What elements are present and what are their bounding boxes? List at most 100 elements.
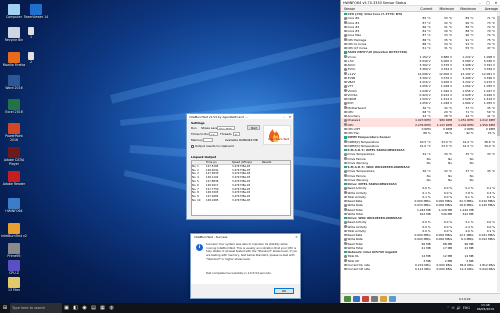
sensor-icon (344, 170, 347, 173)
dialog-title: IntelBurnTest - Success (194, 235, 228, 239)
desktop-icon[interactable]: TeamViewer 14 (24, 4, 48, 20)
toolbar-icon[interactable] (344, 295, 351, 302)
app-icon (8, 171, 20, 182)
tray-icon[interactable]: 🔊 (456, 306, 460, 310)
desktop-icon[interactable]: HWiNFO64 (2, 198, 26, 214)
col-minimum[interactable]: Minimum (434, 7, 456, 11)
maximum-value: 612 MB (462, 211, 474, 216)
app-icon (8, 243, 20, 254)
start-button[interactable]: ⊞ (0, 303, 10, 313)
dialog-title-bar[interactable]: IntelBurnTest - Success ✕ (191, 234, 300, 240)
average-value: 33 °C (486, 152, 496, 157)
current-value: 612 MB (419, 211, 431, 216)
time-value: 128.1985 (206, 198, 219, 202)
app-icon (8, 52, 20, 63)
hwinfo-sensor-window: HWiNFO64 v5.70-3330 Sensor Status – □ ✕ … (340, 0, 500, 303)
threads-label: Threads (220, 132, 232, 136)
clock[interactable]: 13:48 06/05/2019 (477, 303, 494, 313)
close-icon[interactable]: ✕ (293, 235, 300, 239)
sensor-icon (344, 178, 347, 181)
average-value: 47 °C (486, 46, 496, 50)
sensor-icon (344, 59, 347, 62)
sensor-icon (344, 34, 347, 37)
desktop-icon[interactable]: PowerPoint 2016 (2, 123, 26, 143)
maximize-icon[interactable]: □ (484, 1, 492, 5)
taskbar-app-icon[interactable]: ▦ (98, 303, 107, 313)
desktop-icon[interactable]: 13 Files (2, 277, 26, 293)
app-icon (8, 75, 20, 86)
desktop-file-icon[interactable]: 2 (26, 52, 36, 65)
desktop-icon[interactable]: Excel 2016 (2, 99, 26, 115)
desktop-icon[interactable]: Mozilla Firefox (2, 52, 26, 68)
search-box[interactable]: Type here to search (10, 303, 62, 313)
current-value: No (426, 160, 431, 165)
maximum-value: 92 % (466, 131, 474, 135)
sensor-icon (344, 199, 347, 203)
sensor-row[interactable]: Current UP rate 0.112 KB/s 0.000 KB/s 12.4 … (341, 267, 497, 271)
toolbar-icon[interactable] (353, 295, 360, 302)
col-sensor[interactable]: Sensor (341, 7, 413, 11)
settings-heading: Settings (191, 121, 205, 125)
tray-icon[interactable]: ENG (463, 306, 470, 310)
desktop-icon[interactable]: Prime95 (2, 243, 26, 259)
current-value: 88 % (423, 131, 431, 135)
column-header: Results (262, 161, 272, 164)
chip-icon (344, 182, 347, 186)
maximum-value: 21 MB (464, 245, 474, 250)
memory-label: Memory: (191, 138, 204, 142)
tray-icon[interactable]: ⌃ (447, 306, 450, 310)
desktop-icon[interactable]: IntelBurnTest v2 (1, 223, 27, 239)
clipboard-option[interactable]: Output results to clipboard (191, 144, 234, 148)
info-icon: i (196, 244, 203, 251)
taskbar-app-icon[interactable]: ▣ (62, 303, 71, 313)
ok-button[interactable]: OK (274, 288, 294, 294)
desktop-icon[interactable]: Recycle Bin (2, 27, 26, 43)
desktop-icon[interactable]: CPU-Z (2, 260, 26, 276)
col-average[interactable]: Average (478, 7, 500, 11)
sensor-icon (344, 221, 347, 224)
toolbar-icon[interactable] (371, 295, 378, 302)
intelburntest-window: IntelBurnTest v2.54 by AgentGOD and ... … (186, 113, 294, 220)
toolbar-icon[interactable] (380, 295, 387, 302)
minimize-icon[interactable]: – (476, 1, 484, 5)
app-icon (8, 4, 20, 15)
ibt-title: IntelBurnTest v2.54 by AgentGOD and ... (189, 114, 248, 119)
desktop-file-icon[interactable]: 1 (26, 27, 36, 40)
sensor-icon (344, 225, 347, 228)
ibt-title-bar[interactable]: IntelBurnTest v2.54 by AgentGOD and ... … (187, 114, 293, 119)
desktop-icon-label: Adobe CATIA Player (3, 158, 25, 166)
sensor-icon (344, 255, 347, 258)
col-maximum[interactable]: Maximum (456, 7, 478, 11)
close-icon[interactable]: ✕ (492, 1, 500, 5)
current-value: 0.112 KB/s (415, 267, 431, 271)
stress-level-select[interactable]: Very High (217, 125, 235, 130)
close-icon[interactable]: ✕ (287, 115, 293, 119)
file-icon (28, 27, 34, 35)
start-button[interactable]: Start (247, 125, 260, 130)
col-current[interactable]: Current (413, 7, 435, 11)
checkbox-icon[interactable] (191, 144, 194, 148)
sensor-icon (344, 106, 347, 109)
taskbar-app-icon[interactable]: ◧ (71, 303, 80, 313)
tray-icon[interactable]: ✉ (452, 306, 455, 310)
threads-select[interactable]: 8 (233, 131, 240, 136)
chip-icon (344, 51, 347, 54)
memory-input[interactable]: ... (203, 137, 213, 142)
toolbar-icon[interactable] (389, 295, 396, 302)
hwinfo-sensor-list[interactable]: CPU [#0]: Intel Core i7-3770: DTS Core #0… (341, 12, 497, 292)
taskbar: ⊞ Type here to search ▣ ◧ ◉ ▤ ▦ ◍ ⌃ ✉ 🔊 ENG 13:4… (0, 303, 500, 313)
desktop-icon[interactable]: Word 2016 (2, 75, 26, 91)
taskbar-app-icon[interactable]: ▤ (89, 303, 98, 313)
taskbar-app-icon[interactable]: ◍ (107, 303, 116, 313)
sensor-icon (344, 21, 347, 24)
sensor-icon (344, 191, 347, 194)
dialog-message-summary: Test completed successfully in 1113.54 s… (206, 271, 272, 275)
desktop-icon[interactable]: Adobe CATIA Player (2, 147, 26, 167)
taskbar-app-icon[interactable]: ◉ (80, 303, 89, 313)
chip-icon (344, 148, 347, 152)
sensor-icon (344, 195, 347, 198)
toolbar-icon[interactable] (362, 295, 369, 302)
sensor-icon (344, 102, 347, 105)
desktop-icon[interactable]: Adobe Reader (2, 171, 26, 187)
times-to-run-input[interactable]: 10 (209, 131, 218, 136)
